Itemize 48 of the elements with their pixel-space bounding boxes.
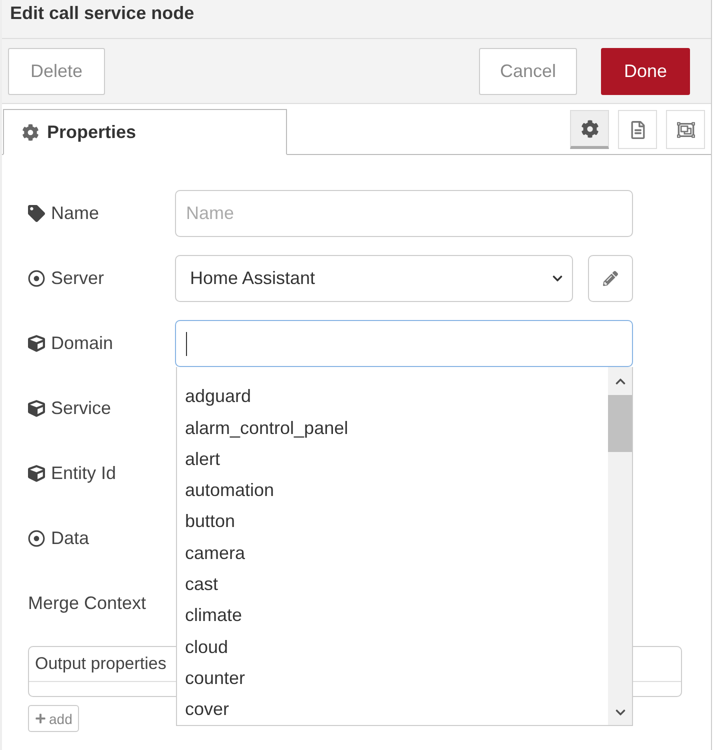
dropdown-option[interactable]: alarm_control_panel bbox=[177, 412, 348, 444]
document-icon bbox=[628, 120, 646, 138]
add-button[interactable]: add bbox=[28, 705, 80, 732]
tag-icon bbox=[28, 205, 45, 222]
dropdown-option[interactable]: cast bbox=[177, 569, 218, 600]
field-label: Merge Context bbox=[28, 593, 146, 614]
text-cursor-icon bbox=[186, 332, 187, 356]
tool-tab[interactable] bbox=[570, 110, 609, 149]
action-button[interactable]: Delete bbox=[8, 48, 105, 94]
primary-button[interactable]: Done bbox=[601, 48, 690, 94]
action-button[interactable]: Cancel bbox=[478, 48, 577, 94]
field-label: Domain bbox=[51, 333, 114, 354]
field-label: Server bbox=[51, 268, 104, 289]
window-title: Edit call service node bbox=[10, 2, 194, 24]
scrollbar-track[interactable] bbox=[608, 367, 632, 725]
field-label: Service bbox=[51, 398, 112, 419]
scrollbar-thumb[interactable] bbox=[608, 395, 632, 452]
plus-icon bbox=[35, 713, 46, 724]
dropdown-option[interactable]: camera bbox=[177, 538, 246, 570]
dropdown-option[interactable]: adguard bbox=[177, 381, 252, 413]
server-select[interactable]: Home Assistant bbox=[175, 255, 573, 302]
dropdown-option[interactable]: counter bbox=[177, 662, 246, 694]
scroll-up-icon[interactable] bbox=[614, 376, 626, 386]
text-input[interactable] bbox=[175, 320, 633, 367]
pencil-icon bbox=[603, 271, 618, 286]
dropdown-option[interactable]: automation bbox=[177, 475, 274, 506]
frame-icon bbox=[676, 120, 694, 138]
dropdown-option[interactable]: button bbox=[177, 506, 236, 538]
tool-tab[interactable] bbox=[666, 110, 705, 149]
dropdown-option[interactable]: cover bbox=[177, 694, 230, 725]
field-label: Data bbox=[51, 528, 90, 549]
edit-button[interactable] bbox=[588, 255, 633, 302]
cube-icon bbox=[28, 465, 45, 482]
settings-icon bbox=[22, 124, 39, 140]
dropdown-option[interactable]: cloud bbox=[177, 632, 228, 663]
chevron-down-icon bbox=[552, 273, 563, 284]
settings-icon bbox=[580, 120, 598, 138]
list-header: Output properties bbox=[35, 654, 166, 674]
cube-icon bbox=[28, 335, 45, 352]
scroll-down-icon[interactable] bbox=[614, 706, 626, 718]
field-label: Name bbox=[51, 203, 100, 224]
dropdown-option[interactable]: alert bbox=[177, 444, 220, 476]
tab[interactable]: Properties bbox=[3, 109, 287, 155]
tool-tab[interactable] bbox=[618, 110, 657, 149]
dropdown-option[interactable]: climate bbox=[177, 600, 242, 632]
field-label: Entity Id bbox=[51, 463, 116, 484]
text-input[interactable]: Name bbox=[175, 190, 633, 237]
cube-icon bbox=[28, 400, 45, 417]
